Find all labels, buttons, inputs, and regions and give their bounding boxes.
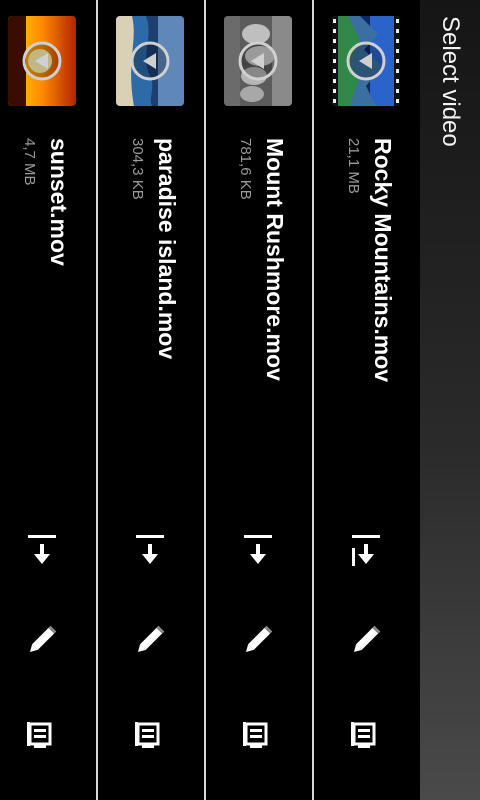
pencil-icon xyxy=(245,625,273,653)
delete-button[interactable] xyxy=(348,718,384,754)
title-bar: Select video xyxy=(420,0,480,800)
play-icon[interactable] xyxy=(21,40,63,82)
video-row-rocky-mountains[interactable]: Rocky Mountains.mov 21,1 MB xyxy=(312,0,420,800)
video-row-sunset[interactable]: sunset.mov 4,7 MB xyxy=(0,0,96,800)
trash-icon xyxy=(27,722,52,748)
edit-button[interactable] xyxy=(24,622,60,658)
video-name: Rocky Mountains.mov xyxy=(370,138,396,383)
play-icon[interactable] xyxy=(237,40,279,82)
pencil-icon xyxy=(29,625,57,653)
delete-button[interactable] xyxy=(132,718,168,754)
page-title: Select video xyxy=(437,16,464,147)
delete-button[interactable] xyxy=(240,718,276,754)
video-size: 21,1 MB xyxy=(345,138,362,194)
share-button[interactable] xyxy=(132,532,168,568)
play-icon[interactable] xyxy=(129,40,171,82)
video-name: paradise island.mov xyxy=(154,138,180,360)
play-icon[interactable] xyxy=(345,40,387,82)
edit-button[interactable] xyxy=(240,622,276,658)
video-name: sunset.mov xyxy=(46,138,72,266)
share-button[interactable] xyxy=(240,532,276,568)
share-icon xyxy=(136,535,164,564)
video-thumbnail[interactable] xyxy=(332,16,400,106)
video-size: 4,7 MB xyxy=(21,138,38,186)
video-name: Mount Rushmore.mov xyxy=(262,138,288,381)
trash-icon xyxy=(243,722,268,748)
share-button[interactable] xyxy=(348,532,384,568)
video-row-mount-rushmore[interactable]: Mount Rushmore.mov 781,6 KB xyxy=(204,0,312,800)
trash-icon xyxy=(135,722,160,748)
edit-button[interactable] xyxy=(348,622,384,658)
video-thumbnail[interactable] xyxy=(8,16,76,106)
share-icon xyxy=(244,535,272,564)
delete-button[interactable] xyxy=(24,718,60,754)
video-size: 781,6 KB xyxy=(237,138,254,200)
share-icon xyxy=(352,535,380,566)
video-list: Rocky Mountains.mov 21,1 MB Mount Rushmo… xyxy=(0,0,420,800)
video-thumbnail[interactable] xyxy=(116,16,184,106)
video-thumbnail[interactable] xyxy=(224,16,292,106)
pencil-icon xyxy=(353,625,381,653)
trash-icon xyxy=(351,722,376,748)
video-row-paradise-island[interactable]: paradise island.mov 304,3 KB xyxy=(96,0,204,800)
share-icon xyxy=(28,535,56,564)
video-size: 304,3 KB xyxy=(129,138,146,200)
edit-button[interactable] xyxy=(132,622,168,658)
pencil-icon xyxy=(137,625,165,653)
share-button[interactable] xyxy=(24,532,60,568)
app-screen: Select video Rocky Mountains.mov 21,1 MB… xyxy=(0,0,480,800)
